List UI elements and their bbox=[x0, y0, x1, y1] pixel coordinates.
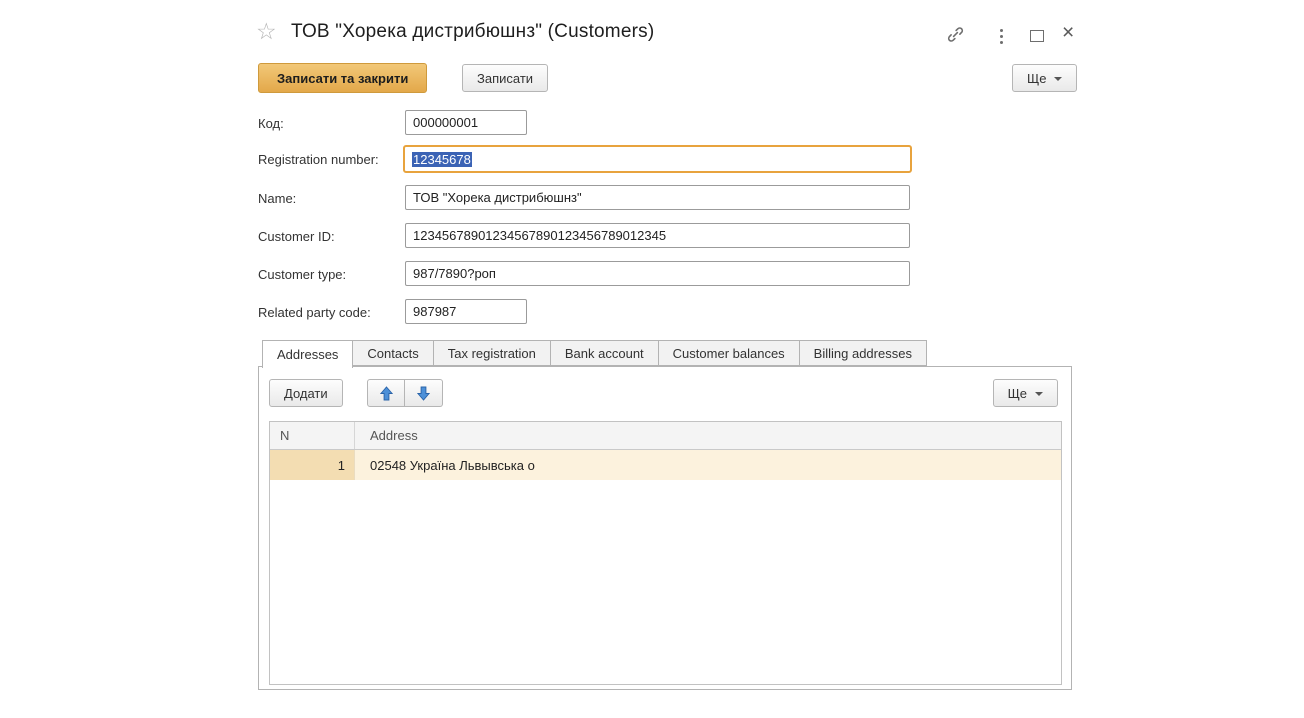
tab-bank-account[interactable]: Bank account bbox=[551, 340, 659, 366]
caret-down-icon bbox=[1035, 392, 1043, 396]
tab-billing-addresses[interactable]: Billing addresses bbox=[800, 340, 927, 366]
column-header-n[interactable]: N bbox=[270, 422, 355, 449]
maximize-icon[interactable] bbox=[1030, 30, 1044, 42]
table-header-row: N Address bbox=[270, 422, 1061, 450]
more-actions-button[interactable]: Ще bbox=[1012, 64, 1077, 92]
chain-link-icon bbox=[946, 26, 965, 43]
move-down-button[interactable] bbox=[405, 379, 443, 407]
customer-type-label: Customer type: bbox=[258, 267, 346, 282]
row-reorder-buttons bbox=[367, 379, 443, 407]
name-label: Name: bbox=[258, 191, 296, 206]
customer-form-window: ☆ ТОВ "Хорека дистрибюшнз" (Customers) ×… bbox=[0, 0, 1304, 718]
table-row[interactable]: 1 02548 Україна Львывська о bbox=[270, 450, 1061, 480]
arrow-up-icon bbox=[380, 386, 393, 401]
more-actions-label: Ще bbox=[1027, 71, 1046, 86]
tab-tax-registration[interactable]: Tax registration bbox=[434, 340, 551, 366]
tab-contacts[interactable]: Contacts bbox=[353, 340, 433, 366]
code-label: Код: bbox=[258, 116, 284, 131]
column-header-address[interactable]: Address bbox=[355, 422, 1061, 449]
related-party-code-label: Related party code: bbox=[258, 305, 371, 320]
addresses-tab-panel: Додати Ще N Address 1 bbox=[258, 366, 1072, 690]
selected-text: 12345678 bbox=[412, 152, 472, 167]
move-up-button[interactable] bbox=[367, 379, 405, 407]
table-more-button[interactable]: Ще bbox=[993, 379, 1058, 407]
row-number-cell: 1 bbox=[270, 450, 355, 480]
name-field[interactable]: ТОВ "Хорека дистрибюшнз" bbox=[405, 185, 910, 210]
tab-addresses[interactable]: Addresses bbox=[262, 340, 353, 368]
addresses-table: N Address 1 02548 Україна Львывська о bbox=[269, 421, 1062, 685]
customer-id-field[interactable]: 12345678901234567890123456789012345 bbox=[405, 223, 910, 248]
add-row-button[interactable]: Додати bbox=[269, 379, 343, 407]
tab-customer-balances[interactable]: Customer balances bbox=[659, 340, 800, 366]
table-more-label: Ще bbox=[1008, 386, 1027, 401]
address-cell: 02548 Україна Львывська о bbox=[355, 450, 1061, 480]
window-title: ТОВ "Хорека дистрибюшнз" (Customers) bbox=[291, 21, 654, 43]
copy-link-icon[interactable] bbox=[946, 26, 965, 48]
favorite-star-icon[interactable]: ☆ bbox=[256, 18, 277, 45]
caret-down-icon bbox=[1054, 77, 1062, 81]
customer-id-label: Customer ID: bbox=[258, 229, 335, 244]
save-and-close-button[interactable]: Записати та закрити bbox=[258, 63, 427, 93]
related-party-code-field[interactable]: 987987 bbox=[405, 299, 527, 324]
registration-number-label: Registration number: bbox=[258, 152, 379, 167]
tab-strip: Addresses Contacts Tax registration Bank… bbox=[262, 340, 927, 368]
code-field[interactable]: 000000001 bbox=[405, 110, 527, 135]
more-menu-icon[interactable] bbox=[1000, 29, 1003, 44]
close-icon[interactable]: × bbox=[1062, 22, 1074, 43]
customer-type-field[interactable]: 987/7890?роп bbox=[405, 261, 910, 286]
save-button[interactable]: Записати bbox=[462, 64, 548, 92]
arrow-down-icon bbox=[417, 386, 430, 401]
registration-number-field[interactable]: 12345678 bbox=[403, 145, 912, 173]
